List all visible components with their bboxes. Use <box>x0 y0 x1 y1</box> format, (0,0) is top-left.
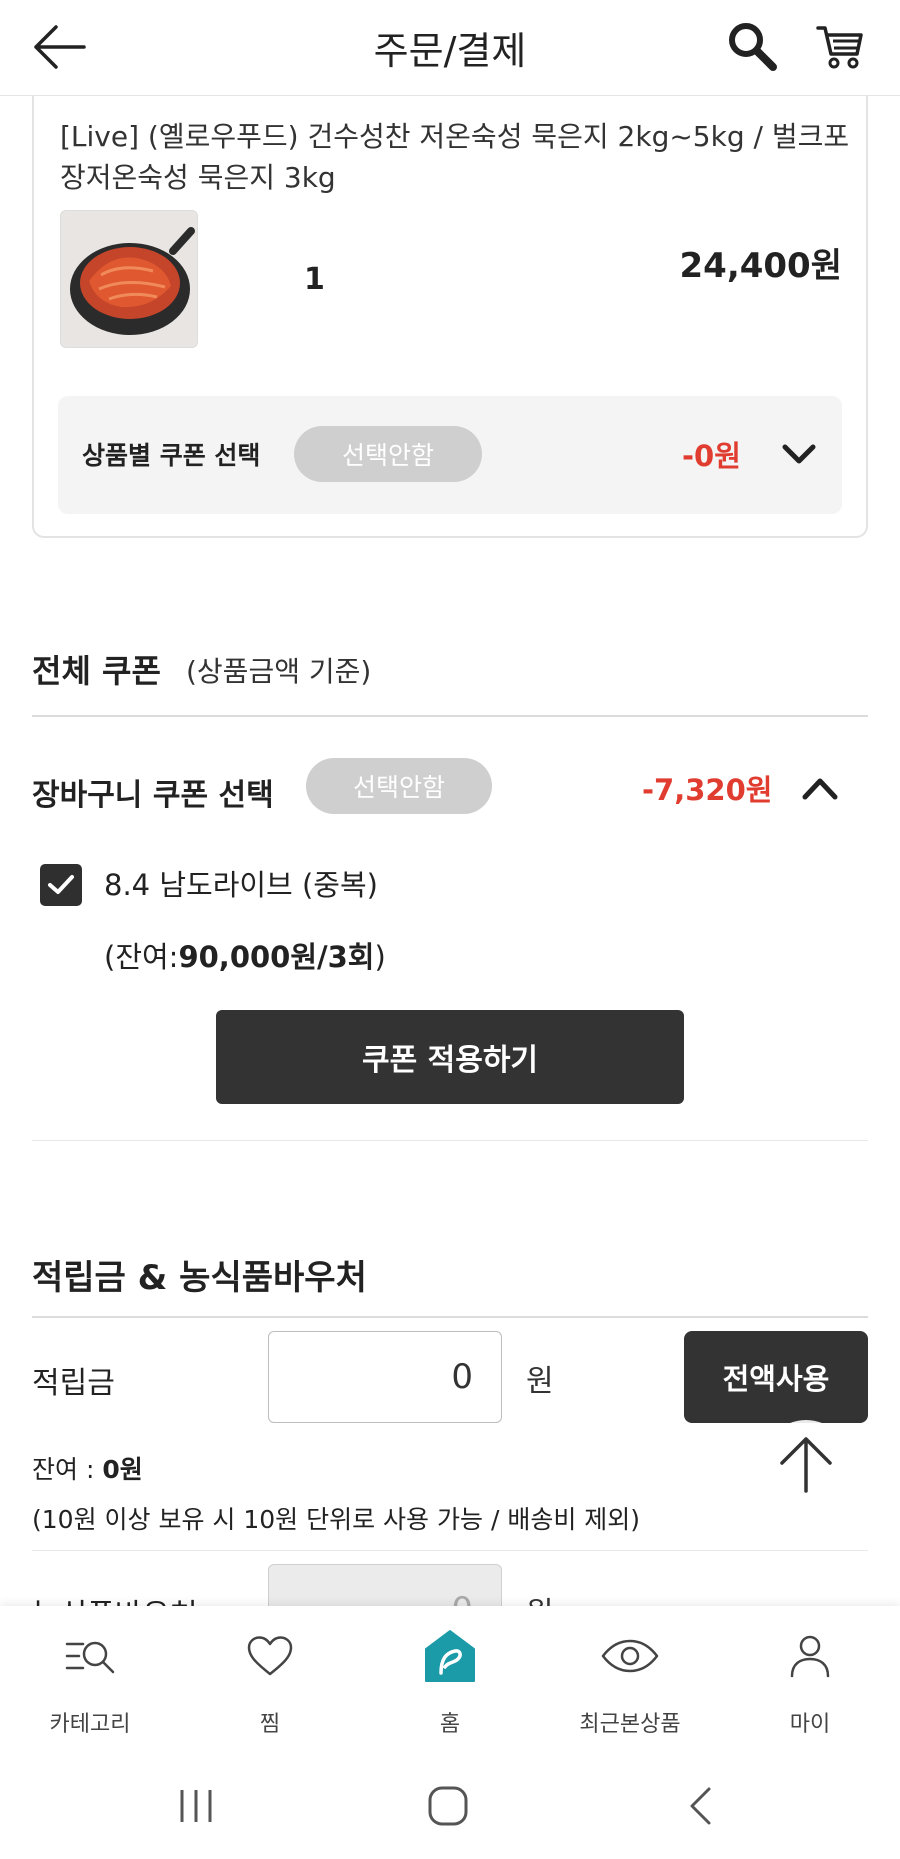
category-search-icon <box>60 1628 120 1684</box>
nav-label: 최근본상품 <box>579 1712 681 1737</box>
nav-item-wishlist[interactable]: 찜 <box>180 1606 360 1756</box>
order-product-card: [Live] (옐로우푸드) 건수성찬 저온숙성 묵은지 2kg~5kg / 벌… <box>32 78 868 538</box>
product-price: 24,400원 <box>679 246 842 286</box>
points-section-title: 적립금 & 농식품바우처 <box>32 1258 367 1298</box>
home-logo-icon <box>420 1628 480 1684</box>
product-image <box>60 210 198 348</box>
nav-label: 마이 <box>789 1712 831 1737</box>
points-unit: 원 <box>526 1364 554 1399</box>
product-quantity: 1 <box>304 262 325 297</box>
product-coupon-status-badge[interactable]: 선택안함 <box>294 426 482 482</box>
product-coupon-selector[interactable]: 상품별 쿠폰 선택 선택안함 -0원 <box>58 396 842 514</box>
cart-icon[interactable] <box>808 16 872 76</box>
apply-coupon-button[interactable]: 쿠폰 적용하기 <box>216 1010 684 1104</box>
coupon-item-remaining: (잔여:90,000원/3회) <box>104 940 386 974</box>
system-back-icon[interactable] <box>660 1774 740 1838</box>
home-button-icon[interactable] <box>408 1774 488 1838</box>
total-coupon-subtitle: (상품금액 기준) <box>186 655 372 688</box>
section-divider <box>32 715 868 717</box>
product-name: [Live] (옐로우푸드) 건수성찬 저온숙성 묵은지 2kg~5kg / 벌… <box>60 120 850 194</box>
search-icon[interactable] <box>722 16 782 76</box>
nav-item-category[interactable]: 카테고리 <box>0 1606 180 1756</box>
points-label: 적립금 <box>32 1366 115 1401</box>
nav-label: 홈 <box>439 1712 461 1737</box>
product-coupon-label: 상품별 쿠폰 선택 <box>82 441 261 470</box>
use-all-points-button[interactable]: 전액사용 <box>684 1331 868 1423</box>
product-coupon-discount: -0원 <box>682 439 741 473</box>
system-navigation-bar <box>0 1756 900 1859</box>
chevron-down-icon[interactable] <box>776 432 822 478</box>
heart-icon <box>240 1628 300 1684</box>
checkmark-icon <box>48 875 74 894</box>
nav-item-recent[interactable]: 최근본상품 <box>540 1606 720 1756</box>
bottom-navigation: 카테고리 찜 홈 최근본상품 마이 <box>0 1606 900 1756</box>
cart-coupon-status-badge[interactable]: 선택안함 <box>306 758 492 814</box>
nav-label: 카테고리 <box>49 1712 131 1737</box>
points-usage-note: (10원 이상 보유 시 10원 단위로 사용 가능 / 배송비 제외) <box>32 1505 641 1534</box>
nav-label: 찜 <box>259 1712 281 1737</box>
app-header: 주문/결제 <box>0 0 900 96</box>
person-icon <box>780 1628 840 1684</box>
eye-icon <box>600 1628 660 1684</box>
chevron-up-icon[interactable] <box>796 764 844 812</box>
total-coupon-title: 전체 쿠폰 <box>32 652 161 690</box>
nav-item-my[interactable]: 마이 <box>720 1606 900 1756</box>
cart-coupon-label: 장바구니 쿠폰 선택 <box>32 778 274 813</box>
coupon-checkbox[interactable] <box>40 864 82 906</box>
points-input[interactable]: 0 <box>268 1331 502 1423</box>
points-remaining: 잔여 : 0원 <box>32 1455 143 1484</box>
cart-coupon-discount: -7,320원 <box>642 773 773 807</box>
section-divider <box>32 1140 868 1141</box>
scroll-to-top-icon[interactable] <box>762 1420 850 1508</box>
recent-apps-icon[interactable] <box>156 1774 236 1838</box>
section-divider <box>32 1550 868 1551</box>
section-divider <box>32 1316 868 1318</box>
nav-item-home[interactable]: 홈 <box>360 1606 540 1756</box>
coupon-item-name: 8.4 남도라이브 (중복) <box>104 868 378 902</box>
